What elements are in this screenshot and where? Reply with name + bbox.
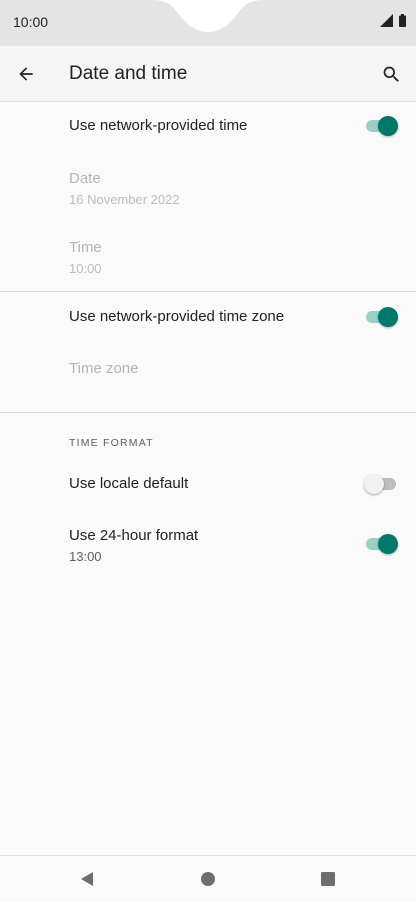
status-icons [380,14,406,27]
time-setting: Time 10:00 [69,238,102,278]
network-time-zone-label: Use network-provided time zone [69,308,285,325]
network-time-switch[interactable] [364,115,398,137]
search-icon [383,66,399,82]
page-title: Date and time [69,63,188,84]
time-label: Time [69,239,102,256]
back-arrow-icon [19,67,33,81]
signal-icon [380,14,393,27]
network-time-zone-setting[interactable]: Use network-provided time zone [69,307,284,327]
locale-default-switch[interactable] [364,473,398,495]
24-hour-format-switch[interactable] [364,533,398,555]
battery-icon [399,14,406,27]
home-circle-icon[interactable] [200,871,216,887]
navigation-bar [0,855,416,902]
time-value: 10:00 [69,261,102,276]
time-zone-label: Time zone [69,360,139,377]
date-setting: Date 16 November 2022 [69,169,180,209]
24-hour-format-example: 13:00 [69,549,102,564]
recents-square-icon[interactable] [320,871,336,887]
back-triangle-icon[interactable] [79,871,95,887]
back-button[interactable] [11,59,41,89]
network-time-label: Use network-provided time [69,117,248,134]
divider [0,291,416,292]
status-bar: 10:00 [0,0,416,46]
search-button[interactable] [376,59,406,89]
time-zone-setting: Time zone [69,359,138,379]
locale-default-setting[interactable]: Use locale default [69,474,188,494]
camera-notch [150,0,266,32]
network-time-setting[interactable]: Use network-provided time [69,116,247,136]
status-time: 10:00 [13,14,49,30]
24-hour-format-setting[interactable]: Use 24-hour format 13:00 [69,526,198,566]
date-value: 16 November 2022 [69,192,180,207]
locale-default-label: Use locale default [69,475,189,492]
section-header-time-format: TIME FORMAT [69,437,154,449]
24-hour-format-label: Use 24-hour format [69,527,199,544]
network-time-zone-switch[interactable] [364,306,398,328]
divider [0,412,416,413]
app-bar: Date and time [0,46,416,102]
date-label: Date [69,170,101,187]
